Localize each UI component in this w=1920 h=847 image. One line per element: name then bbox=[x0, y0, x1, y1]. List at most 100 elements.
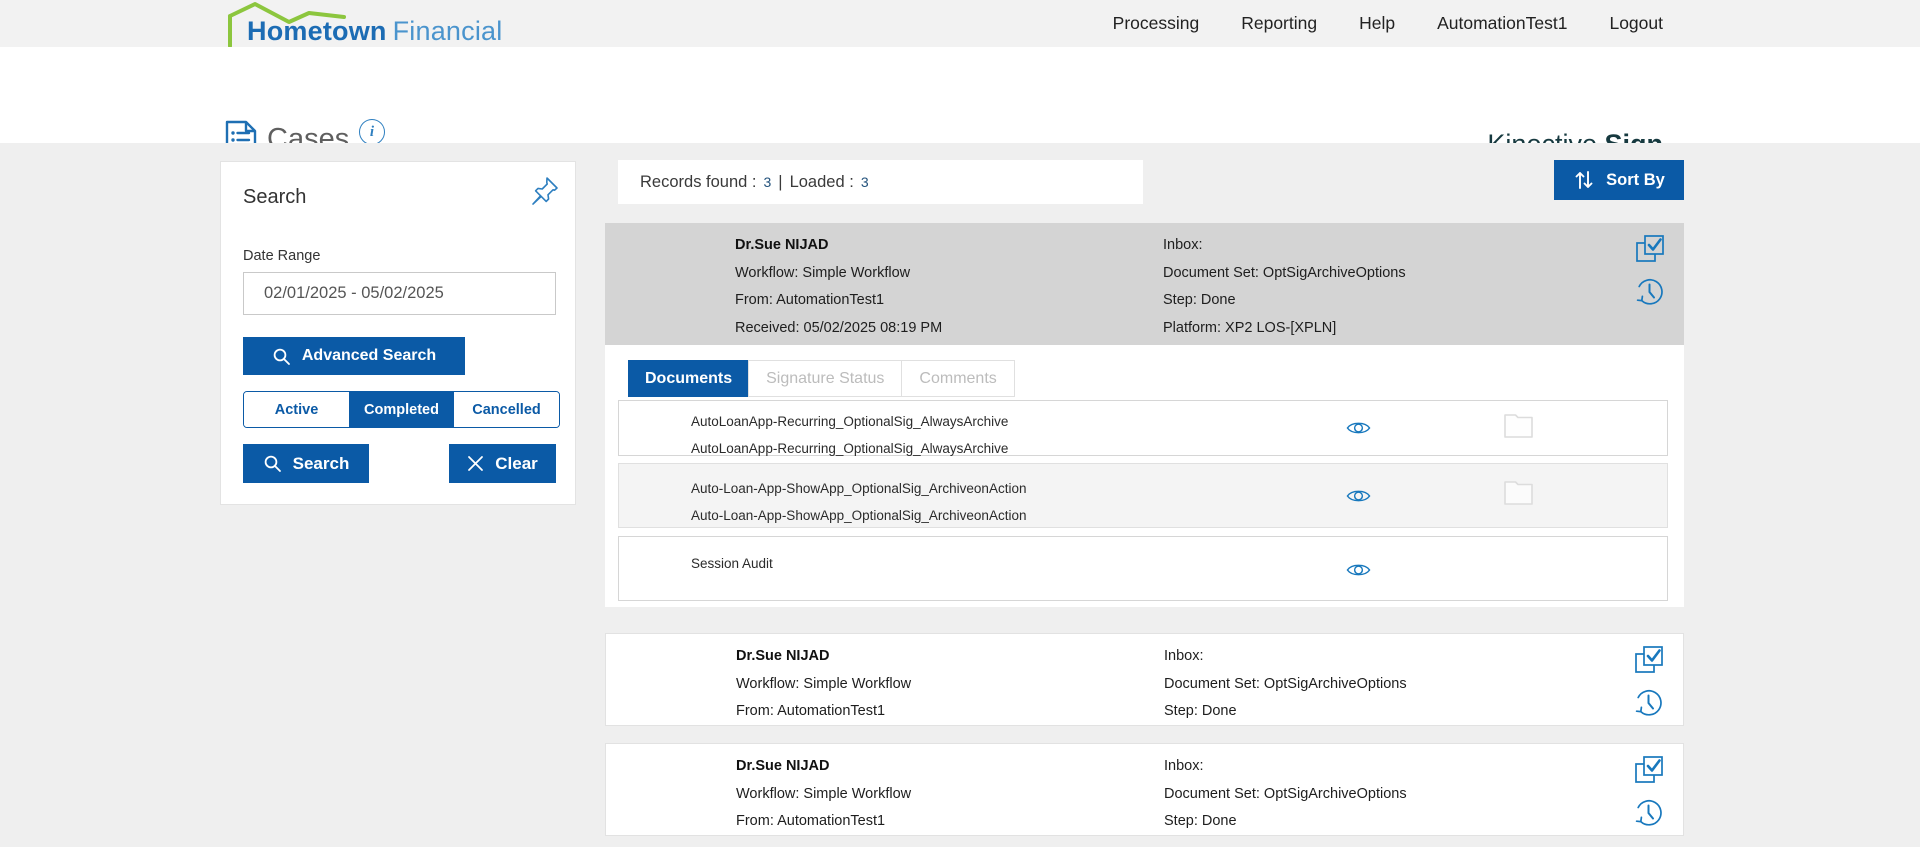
filter-active[interactable]: Active bbox=[244, 392, 349, 427]
nav-item-logout[interactable]: Logout bbox=[1609, 13, 1663, 34]
results-bar: Records found : 3 | Loaded : 3 bbox=[618, 160, 1143, 204]
case-from: From: AutomationTest1 bbox=[736, 808, 911, 836]
case-1-actions bbox=[1634, 233, 1670, 318]
document-names: AutoLoanApp-Recurring_OptionalSig_Always… bbox=[691, 408, 1008, 462]
case-step: Step: Done bbox=[1164, 698, 1407, 726]
sort-by-label: Sort By bbox=[1606, 171, 1665, 190]
case-card-3[interactable]: Dr.Sue NIJAD Workflow: Simple Workflow F… bbox=[605, 743, 1684, 836]
case-3-actions bbox=[1633, 754, 1669, 839]
tab-signature-status[interactable]: Signature Status bbox=[748, 360, 902, 397]
case-2-actions bbox=[1633, 644, 1669, 729]
pin-icon[interactable] bbox=[527, 174, 561, 208]
case-2-left-column: Dr.Sue NIJAD Workflow: Simple Workflow F… bbox=[736, 643, 911, 726]
history-icon[interactable] bbox=[1633, 797, 1664, 831]
case-from: From: AutomationTest1 bbox=[735, 287, 942, 315]
date-range-input[interactable] bbox=[243, 272, 556, 315]
nav-item-user[interactable]: AutomationTest1 bbox=[1437, 13, 1567, 34]
case-name: Dr.Sue NIJAD bbox=[736, 643, 911, 671]
case-workflow: Workflow: Simple Workflow bbox=[736, 671, 911, 699]
sort-by-button[interactable]: Sort By bbox=[1554, 160, 1684, 200]
select-case-icon[interactable] bbox=[1634, 233, 1666, 268]
view-document-icon[interactable] bbox=[1346, 487, 1371, 508]
advanced-search-label: Advanced Search bbox=[302, 347, 436, 365]
select-case-icon[interactable] bbox=[1633, 754, 1665, 789]
case-1-left-column: Dr.Sue NIJAD Workflow: Simple Workflow F… bbox=[735, 232, 942, 342]
status-filter-group: Active Completed Cancelled bbox=[243, 391, 560, 428]
case-card-1: Dr.Sue NIJAD Workflow: Simple Workflow F… bbox=[605, 223, 1684, 607]
case-document-set: Document Set: OptSigArchiveOptions bbox=[1164, 671, 1407, 699]
document-row: Session Audit bbox=[618, 536, 1668, 601]
clear-button-label: Clear bbox=[495, 454, 538, 474]
filter-completed[interactable]: Completed bbox=[349, 392, 454, 427]
case-3-right-column: Inbox: Document Set: OptSigArchiveOption… bbox=[1164, 753, 1407, 836]
case-inbox: Inbox: bbox=[1163, 232, 1406, 260]
view-document-icon[interactable] bbox=[1346, 419, 1371, 440]
nav-item-help[interactable]: Help bbox=[1359, 13, 1395, 34]
history-icon[interactable] bbox=[1634, 276, 1665, 310]
document-row: Auto-Loan-App-ShowApp_OptionalSig_Archiv… bbox=[618, 463, 1668, 528]
content-area: Search Date Range Advanced Search Active… bbox=[0, 143, 1920, 847]
history-icon[interactable] bbox=[1633, 687, 1664, 721]
document-names: Session Audit bbox=[691, 550, 773, 577]
app-root: HometownFinancial Processing Reporting H… bbox=[0, 0, 1920, 847]
records-found-label: Records found : bbox=[640, 173, 756, 192]
search-button-label: Search bbox=[293, 454, 350, 474]
case-card-2[interactable]: Dr.Sue NIJAD Workflow: Simple Workflow F… bbox=[605, 633, 1684, 726]
search-icon bbox=[263, 454, 282, 473]
case-2-right-column: Inbox: Document Set: OptSigArchiveOption… bbox=[1164, 643, 1407, 726]
nav-menu: Processing Reporting Help AutomationTest… bbox=[1113, 0, 1663, 47]
case-3-left-column: Dr.Sue NIJAD Workflow: Simple Workflow F… bbox=[736, 753, 911, 836]
document-line-2: AutoLoanApp-Recurring_OptionalSig_Always… bbox=[691, 435, 1008, 462]
folder-icon[interactable] bbox=[1503, 479, 1534, 509]
search-icon bbox=[272, 347, 291, 366]
case-document-set: Document Set: OptSigArchiveOptions bbox=[1163, 260, 1406, 288]
case-received: Received: 05/02/2025 08:19 PM bbox=[735, 315, 942, 343]
info-icon[interactable]: i bbox=[359, 119, 385, 145]
page-header: Cases i Kinective Sign bbox=[0, 47, 1920, 143]
case-from: From: AutomationTest1 bbox=[736, 698, 911, 726]
document-line-1: Session Audit bbox=[691, 550, 773, 577]
nav-item-processing[interactable]: Processing bbox=[1113, 13, 1200, 34]
case-inbox: Inbox: bbox=[1164, 643, 1407, 671]
date-range-label: Date Range bbox=[243, 248, 320, 264]
logo-brand-light: Financial bbox=[393, 16, 503, 46]
case-inbox: Inbox: bbox=[1164, 753, 1407, 781]
tab-comments[interactable]: Comments bbox=[901, 360, 1014, 397]
close-icon bbox=[467, 455, 484, 472]
advanced-search-button[interactable]: Advanced Search bbox=[243, 337, 465, 375]
filter-cancelled[interactable]: Cancelled bbox=[454, 392, 559, 427]
case-1-header[interactable]: Dr.Sue NIJAD Workflow: Simple Workflow F… bbox=[605, 223, 1684, 345]
search-panel-title: Search bbox=[243, 186, 306, 209]
search-panel: Search Date Range Advanced Search Active… bbox=[220, 161, 576, 505]
clear-button[interactable]: Clear bbox=[449, 444, 556, 483]
sort-arrows-icon bbox=[1573, 169, 1595, 191]
case-workflow: Workflow: Simple Workflow bbox=[736, 781, 911, 809]
case-step: Step: Done bbox=[1164, 808, 1407, 836]
case-name: Dr.Sue NIJAD bbox=[735, 232, 942, 260]
case-workflow: Workflow: Simple Workflow bbox=[735, 260, 942, 288]
logo-text: HometownFinancial bbox=[247, 16, 502, 47]
document-line-1: AutoLoanApp-Recurring_OptionalSig_Always… bbox=[691, 408, 1008, 435]
case-1-right-column: Inbox: Document Set: OptSigArchiveOption… bbox=[1163, 232, 1406, 342]
top-nav-bar: HometownFinancial Processing Reporting H… bbox=[0, 0, 1920, 47]
document-line-1: Auto-Loan-App-ShowApp_OptionalSig_Archiv… bbox=[691, 475, 1026, 502]
case-document-set: Document Set: OptSigArchiveOptions bbox=[1164, 781, 1407, 809]
loaded-count: 3 bbox=[861, 174, 869, 190]
document-row: AutoLoanApp-Recurring_OptionalSig_Always… bbox=[618, 400, 1668, 456]
document-line-2: Auto-Loan-App-ShowApp_OptionalSig_Archiv… bbox=[691, 502, 1026, 529]
case-1-detail-panel: Documents Signature Status Comments Auto… bbox=[605, 345, 1684, 607]
case-step: Step: Done bbox=[1163, 287, 1406, 315]
tab-documents[interactable]: Documents bbox=[628, 360, 749, 397]
select-case-icon[interactable] bbox=[1633, 644, 1665, 679]
document-names: Auto-Loan-App-ShowApp_OptionalSig_Archiv… bbox=[691, 475, 1026, 529]
folder-icon[interactable] bbox=[1503, 412, 1534, 442]
search-button[interactable]: Search bbox=[243, 444, 369, 483]
logo-brand-bold: Hometown bbox=[247, 16, 387, 46]
records-found-count: 3 bbox=[763, 174, 771, 190]
results-divider: | bbox=[778, 173, 782, 192]
case-detail-tabs: Documents Signature Status Comments bbox=[628, 360, 1015, 397]
loaded-label: Loaded : bbox=[790, 173, 854, 192]
view-document-icon[interactable] bbox=[1346, 561, 1371, 582]
nav-item-reporting[interactable]: Reporting bbox=[1241, 13, 1317, 34]
case-platform: Platform: XP2 LOS-[XPLN] bbox=[1163, 315, 1406, 343]
